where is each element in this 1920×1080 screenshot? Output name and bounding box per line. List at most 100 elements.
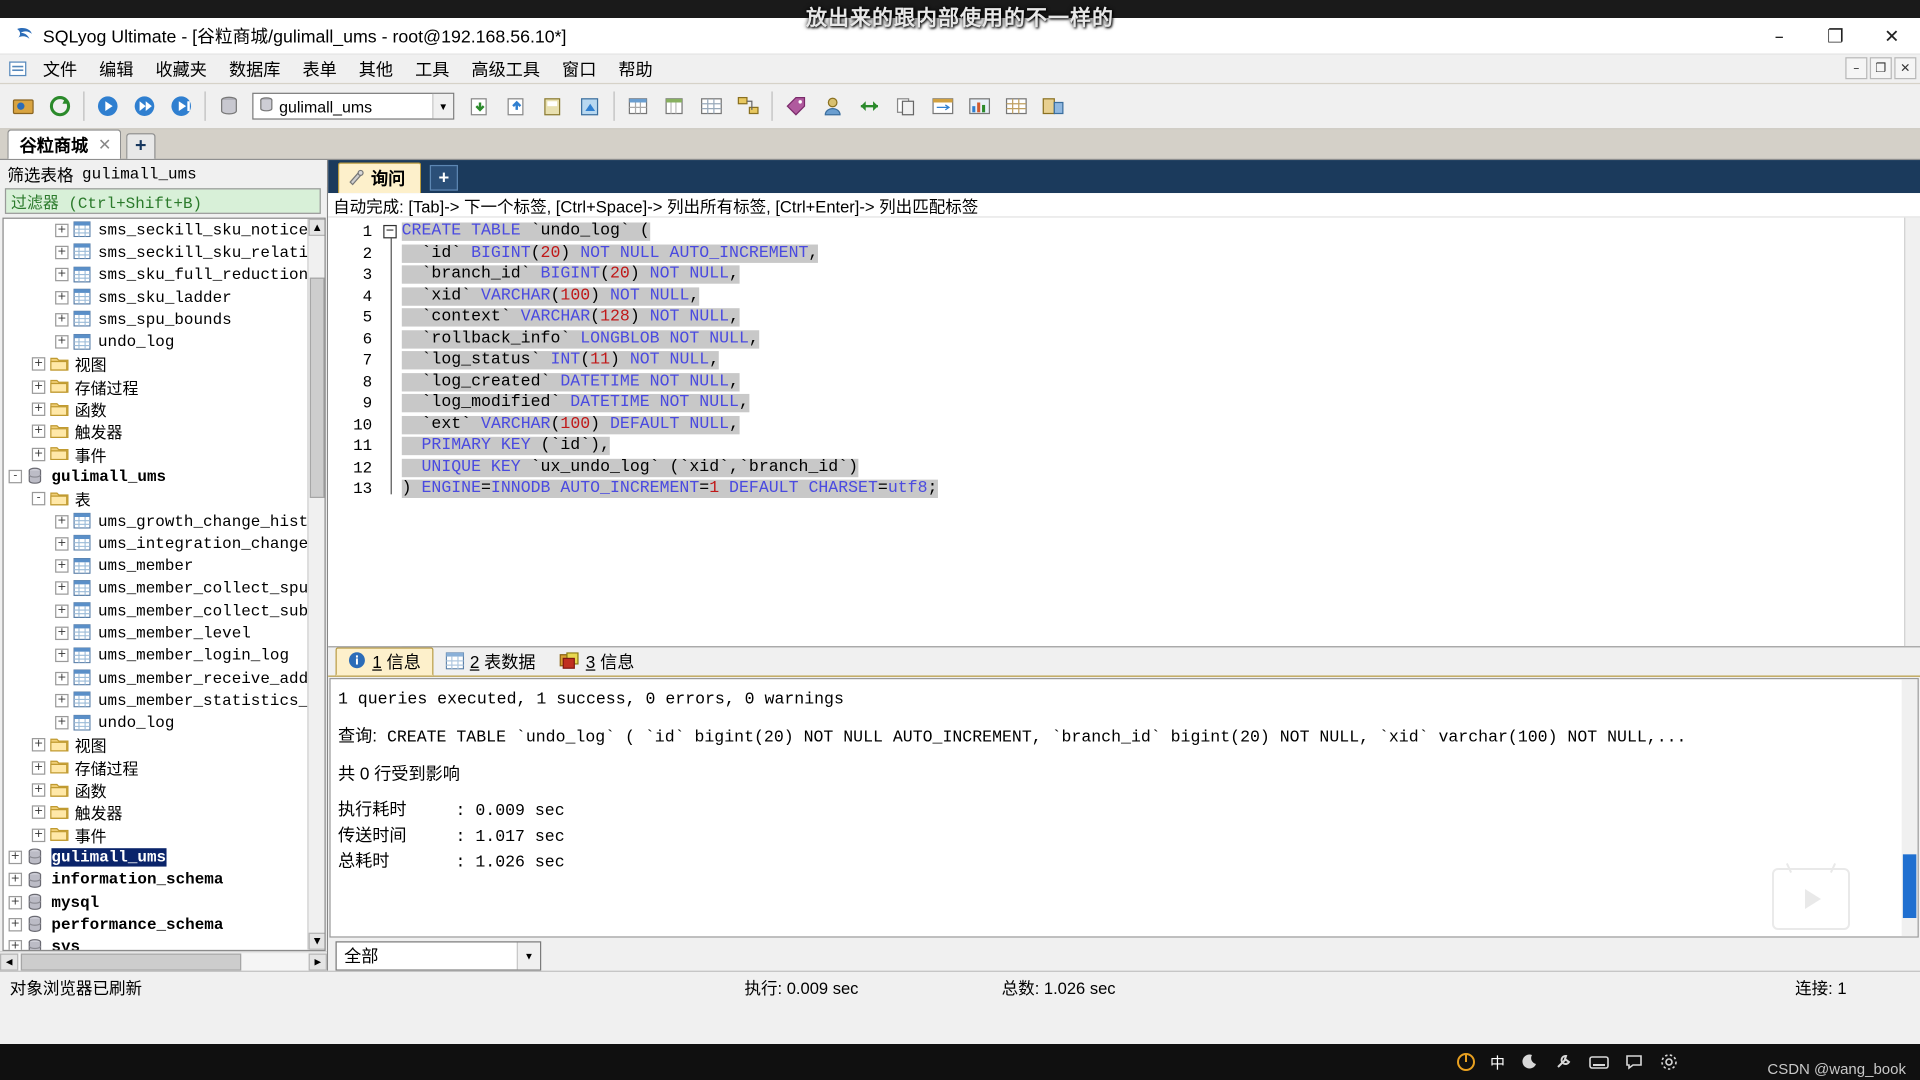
settings-icon[interactable] [1658,1051,1680,1073]
expand-icon[interactable]: + [55,536,69,551]
tree-node-table[interactable]: + undo_log [4,331,308,353]
sql-code-content[interactable]: CREATE TABLE `undo_log` ( `id` BIGINT(20… [401,218,1920,647]
expand-icon[interactable]: + [31,783,46,797]
tree-node-table[interactable]: + sms_sku_ladder [4,286,308,308]
expand-icon[interactable]: + [55,290,69,304]
expand-icon[interactable]: + [31,402,46,416]
expand-icon[interactable]: + [31,760,46,775]
expand-icon[interactable]: + [55,716,69,730]
expand-icon[interactable]: + [8,850,23,865]
export-icon[interactable] [500,88,536,124]
fold-toggle-icon[interactable]: − [383,224,397,239]
menu-item-6[interactable]: 工具 [404,54,460,83]
tree-node-database[interactable]: + performance_schema [4,913,308,935]
tree-node-database[interactable]: + mysql [4,891,308,913]
hscroll-track[interactable] [18,952,309,971]
mdi-close-button[interactable]: ✕ [1894,57,1917,80]
tree-node-table[interactable]: + ums_member_login_log [4,645,308,667]
editor-vertical-scrollbar[interactable] [1904,217,1920,647]
tree-node-database[interactable]: + gulimall_ums [4,846,308,868]
expand-icon[interactable]: + [55,268,69,282]
object-tree[interactable]: + sms_seckill_sku_notice + sms_seckill_sku_… [4,219,308,950]
sql-editor[interactable]: 1 2 3 4 5 6 7 8 9 10 11 12 13 − CREATE TABLE `undo_l… [328,217,1920,648]
database-selector[interactable]: gulimall_ums ▼ [252,92,455,120]
expand-icon[interactable]: + [55,223,69,237]
expand-icon[interactable]: + [55,671,69,685]
query-tab-1[interactable]: 询问 [337,162,422,194]
grid-icon[interactable] [694,88,730,124]
menu-item-4[interactable]: 表单 [291,54,347,83]
backup-icon[interactable] [536,88,572,124]
expand-icon[interactable]: + [55,581,69,596]
result-tab-3[interactable]: 3 信息 [548,647,647,675]
execute-all-icon[interactable] [127,88,163,124]
code-fold-column[interactable]: − [379,217,402,647]
tree-node-table[interactable]: + ums_member_collect_spu [4,577,307,599]
import-icon[interactable] [463,88,499,124]
expand-icon[interactable]: + [31,380,46,394]
wrench-icon[interactable] [1553,1051,1575,1073]
tree-node-folder[interactable]: + 视图 [4,353,308,376]
keyboard-icon[interactable] [1588,1051,1610,1073]
menu-item-3[interactable]: 数据库 [218,54,291,83]
migrate-icon[interactable] [926,88,962,124]
copy-db-icon[interactable] [889,88,925,124]
menu-item-5[interactable]: 其他 [348,54,404,83]
scroll-left-icon[interactable]: ◀ [0,952,19,971]
user-manager-icon[interactable] [816,88,852,124]
ime-language-badge[interactable]: 中 [1490,1052,1505,1073]
connection-tab-gulimall[interactable]: 谷粒商城 ✕ [7,129,122,159]
tree-node-folder[interactable]: + 视图 [4,734,308,757]
chart-icon[interactable] [962,88,998,124]
tree-node-folder[interactable]: + 事件 [4,443,308,466]
tree-node-database[interactable]: + sys [4,936,308,950]
tree-vertical-scrollbar[interactable]: ▲ ▼ [307,218,325,950]
refresh-connection-icon[interactable] [43,88,79,124]
scroll-down-icon[interactable]: ▼ [308,932,325,950]
hscroll-thumb[interactable] [20,952,242,971]
expand-icon[interactable]: + [8,940,23,950]
tree-node-folder[interactable]: -表 [4,488,308,511]
tree-node-table[interactable]: + ums_member [4,555,308,577]
result-tab-1[interactable]: 1 信息 [335,647,434,676]
expand-icon[interactable]: + [8,917,23,932]
expand-icon[interactable]: + [55,335,69,349]
tree-node-database[interactable]: - gulimall_ums [4,465,308,487]
tree-node-table[interactable]: + ums_member_receive_address [4,667,307,689]
video-play-button[interactable] [1772,868,1850,930]
tag-icon[interactable] [779,88,815,124]
expand-icon[interactable]: + [55,559,69,573]
tree-node-table[interactable]: + ums_member_level [4,622,308,644]
mdi-restore-button[interactable]: ❐ [1869,57,1892,80]
chat-icon[interactable] [1623,1051,1645,1073]
menu-item-0[interactable]: 文件 [32,54,88,83]
expand-icon[interactable]: + [55,693,69,708]
expand-icon[interactable]: + [8,895,23,909]
chevron-down-icon[interactable]: ▼ [516,942,541,970]
tree-node-table[interactable]: + sms_spu_bounds [4,308,308,330]
results-scroll-thumb[interactable] [1902,854,1917,919]
tree-node-table[interactable]: + sms_seckill_sku_notice [4,219,307,241]
menu-item-2[interactable]: 收藏夹 [144,54,217,83]
tree-node-table[interactable]: + undo_log [4,712,308,734]
tree-node-folder[interactable]: + 存储过程 [4,376,308,398]
tree-node-table[interactable]: + sms_seckill_sku_relation [4,241,307,263]
filter-input[interactable]: 过滤器 (Ctrl+Shift+B) [4,188,321,214]
expand-icon[interactable]: + [55,514,69,529]
collapse-icon[interactable]: - [8,469,23,484]
sync-icon[interactable] [852,88,888,124]
tree-scroll-thumb[interactable] [309,277,325,499]
moon-icon[interactable] [1518,1051,1540,1073]
results-vertical-scrollbar[interactable] [1901,679,1918,937]
create-table-icon[interactable] [658,88,694,124]
schema-designer-icon[interactable] [731,88,767,124]
restore-icon[interactable] [573,88,609,124]
table-data-icon[interactable] [621,88,657,124]
mdi-minimize-button[interactable]: – [1845,57,1868,80]
execute-query-icon[interactable] [91,88,127,124]
tree-node-folder[interactable]: + 函数 [4,779,308,802]
result-filter-combo[interactable]: 全部 ▼ [335,941,542,971]
add-connection-tab-button[interactable]: + [126,133,156,159]
expand-icon[interactable]: + [31,357,46,372]
collapse-icon[interactable]: - [31,492,46,506]
